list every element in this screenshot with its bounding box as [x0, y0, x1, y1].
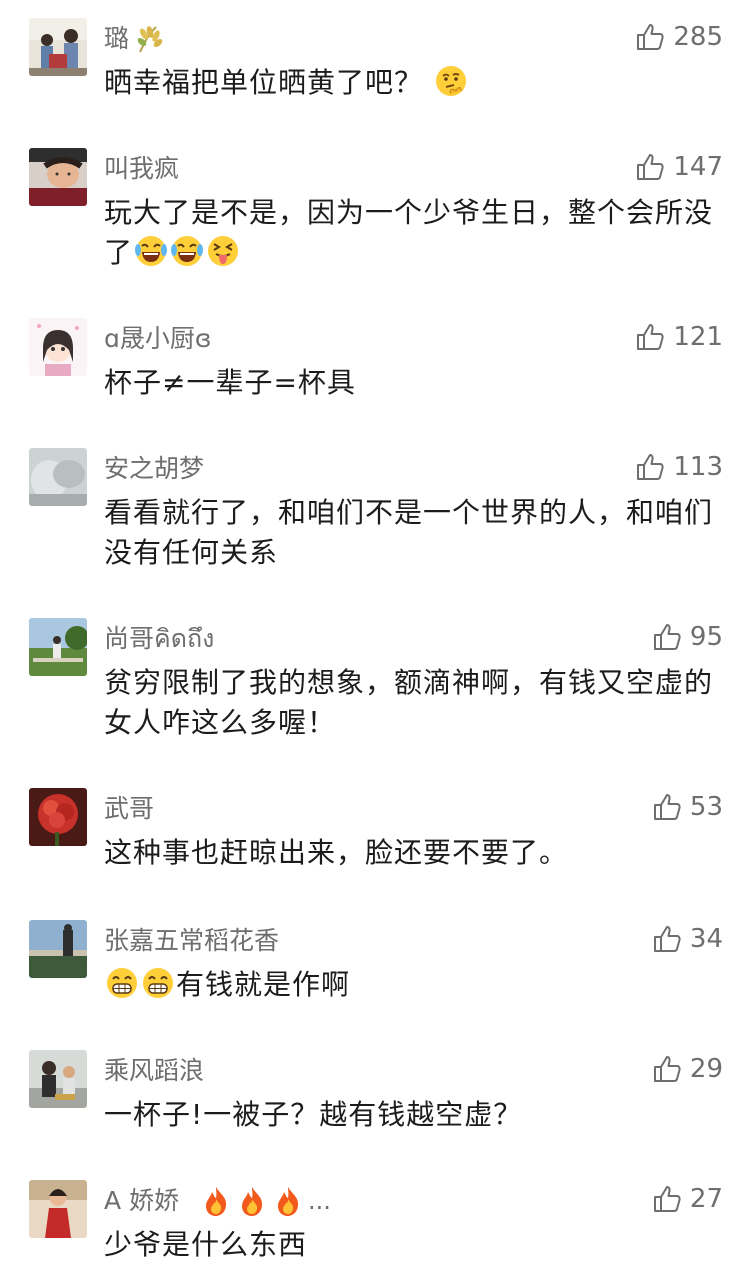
avatar[interactable] — [29, 788, 87, 846]
thumbs-up-icon — [653, 624, 681, 650]
badge-group: ... — [200, 1186, 331, 1216]
comment-text: 这种事也赶晾出来，脸还要不要了。 — [104, 833, 724, 873]
rice-ear-icon — [137, 26, 163, 53]
comment-feed: 璐 285 晒幸福把单位晒黄了吧？ 叫我疯 147 玩大了是不是，因为一个少爷生… — [0, 0, 753, 1280]
avatar[interactable] — [29, 148, 87, 206]
thumbs-up-icon — [653, 794, 681, 820]
username[interactable]: 武哥 — [104, 794, 154, 824]
like-count: 29 — [689, 1054, 723, 1084]
comment-text: 少爷是什么东西 — [104, 1225, 724, 1265]
username[interactable]: 张嘉五常稻花香 — [104, 926, 279, 956]
like-count: 53 — [689, 792, 723, 822]
hmm-emoji — [435, 66, 466, 96]
username[interactable]: ɑ晟小厨ɞ — [104, 324, 211, 354]
comment-body: 杯子≠一辈子=杯具 — [104, 366, 356, 399]
fire-icon — [278, 1187, 299, 1216]
badge-group — [134, 24, 164, 54]
like-count: 95 — [689, 622, 723, 652]
like-count: 121 — [673, 322, 723, 352]
like-button[interactable]: 34 — [652, 924, 723, 954]
tongue-squint-emoji — [208, 236, 239, 266]
thumbs-up-icon — [637, 454, 664, 480]
comment-text: 贫穷限制了我的想象，额滴神啊，有钱又空虚的女人咋这么多喔！ — [104, 663, 724, 743]
like-count: 285 — [673, 22, 723, 52]
thumbs-up-icon — [637, 154, 664, 180]
like-count: 113 — [673, 452, 723, 482]
username[interactable]: 璐 — [104, 24, 129, 54]
avatar[interactable] — [29, 448, 87, 506]
username[interactable]: 乘风蹈浪 — [104, 1056, 204, 1086]
username-ellipsis: ... — [308, 1187, 331, 1215]
comment-text: 一杯子!一被子？越有钱越空虚？ — [104, 1095, 724, 1135]
like-button[interactable]: 121 — [635, 322, 723, 352]
like-button[interactable]: 95 — [652, 622, 723, 652]
like-count: 147 — [673, 152, 723, 182]
comment-body: 晒幸福把单位晒黄了吧？ — [104, 66, 424, 99]
like-button[interactable]: 285 — [635, 22, 723, 52]
username[interactable]: 叫我疯 — [104, 154, 179, 184]
comment-body: 贫穷限制了我的想象，额滴神啊，有钱又空虚的女人咋这么多喔！ — [104, 666, 714, 739]
avatar[interactable] — [29, 18, 87, 76]
like-button[interactable]: 29 — [652, 1054, 723, 1084]
username[interactable]: A 娇娇 — [104, 1186, 179, 1216]
comment-text: 晒幸福把单位晒黄了吧？ — [104, 63, 724, 103]
comment-text: 看看就行了，和咱们不是一个世界的人，和咱们没有任何关系 — [104, 493, 724, 573]
laugh-cry-emoji — [135, 236, 168, 266]
like-count: 27 — [689, 1184, 723, 1214]
thumbs-up-icon — [637, 324, 664, 350]
fire-icon — [206, 1187, 227, 1216]
thumbs-up-icon — [653, 926, 681, 952]
comment-body: 有钱就是作啊 — [176, 968, 351, 1001]
like-button[interactable]: 27 — [652, 1184, 723, 1214]
comment-body: 少爷是什么东西 — [104, 1228, 308, 1261]
avatar[interactable] — [29, 920, 87, 978]
avatar[interactable] — [29, 1050, 87, 1108]
like-button[interactable]: 147 — [635, 152, 723, 182]
comment-body: 一杯子!一被子？越有钱越空虚？ — [104, 1098, 523, 1131]
comment-text: 有钱就是作啊 — [104, 965, 724, 1005]
grin-emoji — [107, 968, 137, 998]
comment-text: 玩大了是不是，因为一个少爷生日，整个会所没了 — [104, 193, 724, 273]
comment-body: 看看就行了，和咱们不是一个世界的人，和咱们没有任何关系 — [104, 496, 714, 569]
avatar[interactable] — [29, 1180, 87, 1238]
comment-body: 这种事也赶晾出来，脸还要不要了。 — [104, 836, 569, 869]
thumbs-up-icon — [653, 1056, 681, 1082]
fire-icon — [242, 1187, 263, 1216]
like-count: 34 — [689, 924, 723, 954]
thumbs-up-icon — [637, 24, 664, 50]
thumbs-up-icon — [653, 1186, 681, 1212]
grin-emoji — [143, 968, 173, 998]
like-button[interactable]: 113 — [635, 452, 723, 482]
like-button[interactable]: 53 — [652, 792, 723, 822]
username[interactable]: 安之胡梦 — [104, 454, 204, 484]
avatar[interactable] — [29, 618, 87, 676]
username[interactable]: 尚哥คิดถึง — [104, 624, 214, 654]
avatar[interactable] — [29, 318, 87, 376]
comment-text: 杯子≠一辈子=杯具 — [104, 363, 724, 403]
laugh-cry-emoji — [171, 236, 204, 266]
